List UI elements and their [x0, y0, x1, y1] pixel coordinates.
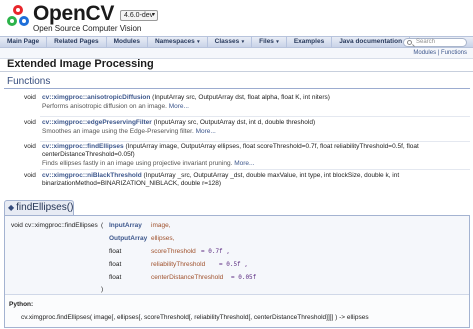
function-signature: cv::ximgproc::findEllipses (InputArray i… — [42, 143, 462, 159]
param-default: = 0.7f , — [201, 248, 230, 255]
param-type: float — [109, 248, 122, 255]
param-type: float — [109, 261, 122, 268]
dropdown-arrow-icon: ▾ — [274, 39, 279, 45]
param-name: ellipses, — [151, 235, 175, 242]
search-placeholder: Search — [416, 39, 436, 45]
divider — [0, 71, 473, 72]
dropdown-arrow-icon: ▾ — [240, 39, 245, 45]
return-type: void — [24, 94, 36, 101]
summary-links[interactable]: Modules | Functions — [413, 50, 467, 56]
function-description: Finds ellipses fastly in an image using … — [42, 160, 254, 167]
param-type: float — [109, 274, 122, 281]
param-name: reliabilityThreshold — [151, 261, 206, 268]
description-text: Smoothes an image using the Edge-Preserv… — [42, 128, 194, 135]
nav-classes[interactable]: Classes ▾ — [208, 36, 253, 48]
search-icon — [407, 40, 412, 45]
function-params: (InputArray src, OutputArray dst, int d,… — [153, 119, 316, 126]
nav-modules[interactable]: Modules — [107, 36, 148, 48]
function-link[interactable]: cv::ximgproc::anisotropicDiffusion — [42, 94, 150, 101]
param-default: = 0.05f — [231, 274, 257, 281]
divider — [4, 88, 470, 89]
function-signature: cv::ximgproc::anisotropicDiffusion (Inpu… — [42, 94, 462, 102]
description-text: Finds ellipses fastly in an image using … — [42, 160, 233, 167]
python-label: Python: — [9, 301, 34, 308]
more-link[interactable]: More... — [169, 103, 189, 110]
search-input[interactable]: Search — [403, 38, 467, 47]
nav-classes-label: Classes — [214, 38, 240, 45]
nav-main-page[interactable]: Main Page — [0, 36, 48, 48]
decl-prefix: void cv::ximgproc::findEllipses — [11, 222, 98, 229]
return-type: void — [24, 119, 36, 126]
function-link[interactable]: cv::ximgproc::findEllipses — [42, 143, 124, 150]
divider — [40, 169, 470, 170]
divider — [40, 116, 470, 117]
function-description: Smoothes an image using the Edge-Preserv… — [42, 128, 216, 135]
more-link[interactable]: More... — [234, 160, 254, 167]
open-paren: ( — [101, 222, 104, 229]
function-params: (InputArray src, OutputArray dst, float … — [152, 94, 330, 101]
nav-namespaces[interactable]: Namespaces ▾ — [148, 36, 208, 48]
section-title-functions: Functions — [7, 76, 51, 87]
function-link[interactable]: cv::ximgproc::niBlackThreshold — [42, 172, 142, 179]
function-signature: cv::ximgproc::niBlackThreshold (InputArr… — [42, 172, 462, 188]
param-type[interactable]: OutputArray — [109, 235, 147, 242]
return-type: void — [24, 172, 36, 179]
diamond-bullet-icon: ◆ — [8, 203, 15, 212]
nav-related-pages[interactable]: Related Pages — [47, 36, 107, 48]
param-name: centerDistanceThreshold — [151, 274, 224, 281]
nav-files[interactable]: Files ▾ — [252, 36, 287, 48]
nav-files-label: Files — [259, 38, 274, 45]
member-prototype: void cv::ximgproc::findEllipses ( InputA… — [5, 216, 469, 295]
member-detail: void cv::ximgproc::findEllipses ( InputA… — [4, 215, 470, 328]
nav-java-documentation[interactable]: Java documentation — [332, 36, 411, 48]
param-default: = 0.5f , — [219, 261, 248, 268]
member-tab-findellipses[interactable]: ◆ findEllipses() — [4, 200, 74, 216]
site-subtitle: Open Source Computer Vision — [33, 24, 142, 33]
divider — [40, 141, 470, 142]
site-header: OpenCV 4.6.0-dev ▾ Open Source Computer … — [0, 0, 473, 35]
version-value: 4.6.0-dev — [124, 12, 154, 19]
function-signature: cv::ximgproc::edgePreservingFilter (Inpu… — [42, 119, 462, 127]
param-type[interactable]: InputArray — [109, 222, 142, 229]
page-title: Extended Image Processing — [7, 58, 154, 70]
nav-namespaces-label: Namespaces — [154, 38, 195, 45]
dropdown-arrow-icon: ▾ — [195, 39, 200, 45]
chevron-down-icon: ▾ — [151, 12, 155, 18]
function-description: Performs anisotropic diffusion on an ima… — [42, 103, 189, 110]
main-nav: Main Page Related Pages Modules Namespac… — [0, 36, 473, 48]
more-link[interactable]: More... — [196, 128, 216, 135]
site-title: OpenCV — [33, 2, 115, 25]
return-type: void — [24, 143, 36, 150]
param-name: scoreThreshold — [151, 248, 196, 255]
version-select[interactable]: 4.6.0-dev ▾ — [120, 10, 158, 21]
param-name: image, — [151, 222, 171, 229]
function-link[interactable]: cv::ximgproc::edgePreservingFilter — [42, 119, 152, 126]
member-tab-label: findEllipses() — [16, 202, 74, 213]
opencv-logo-icon[interactable] — [6, 4, 30, 28]
nav-examples[interactable]: Examples — [287, 36, 333, 48]
close-paren: ) — [101, 286, 104, 293]
description-text: Performs anisotropic diffusion on an ima… — [42, 103, 167, 110]
python-signature: cv.ximgproc.findEllipses( image[, ellips… — [21, 314, 369, 321]
